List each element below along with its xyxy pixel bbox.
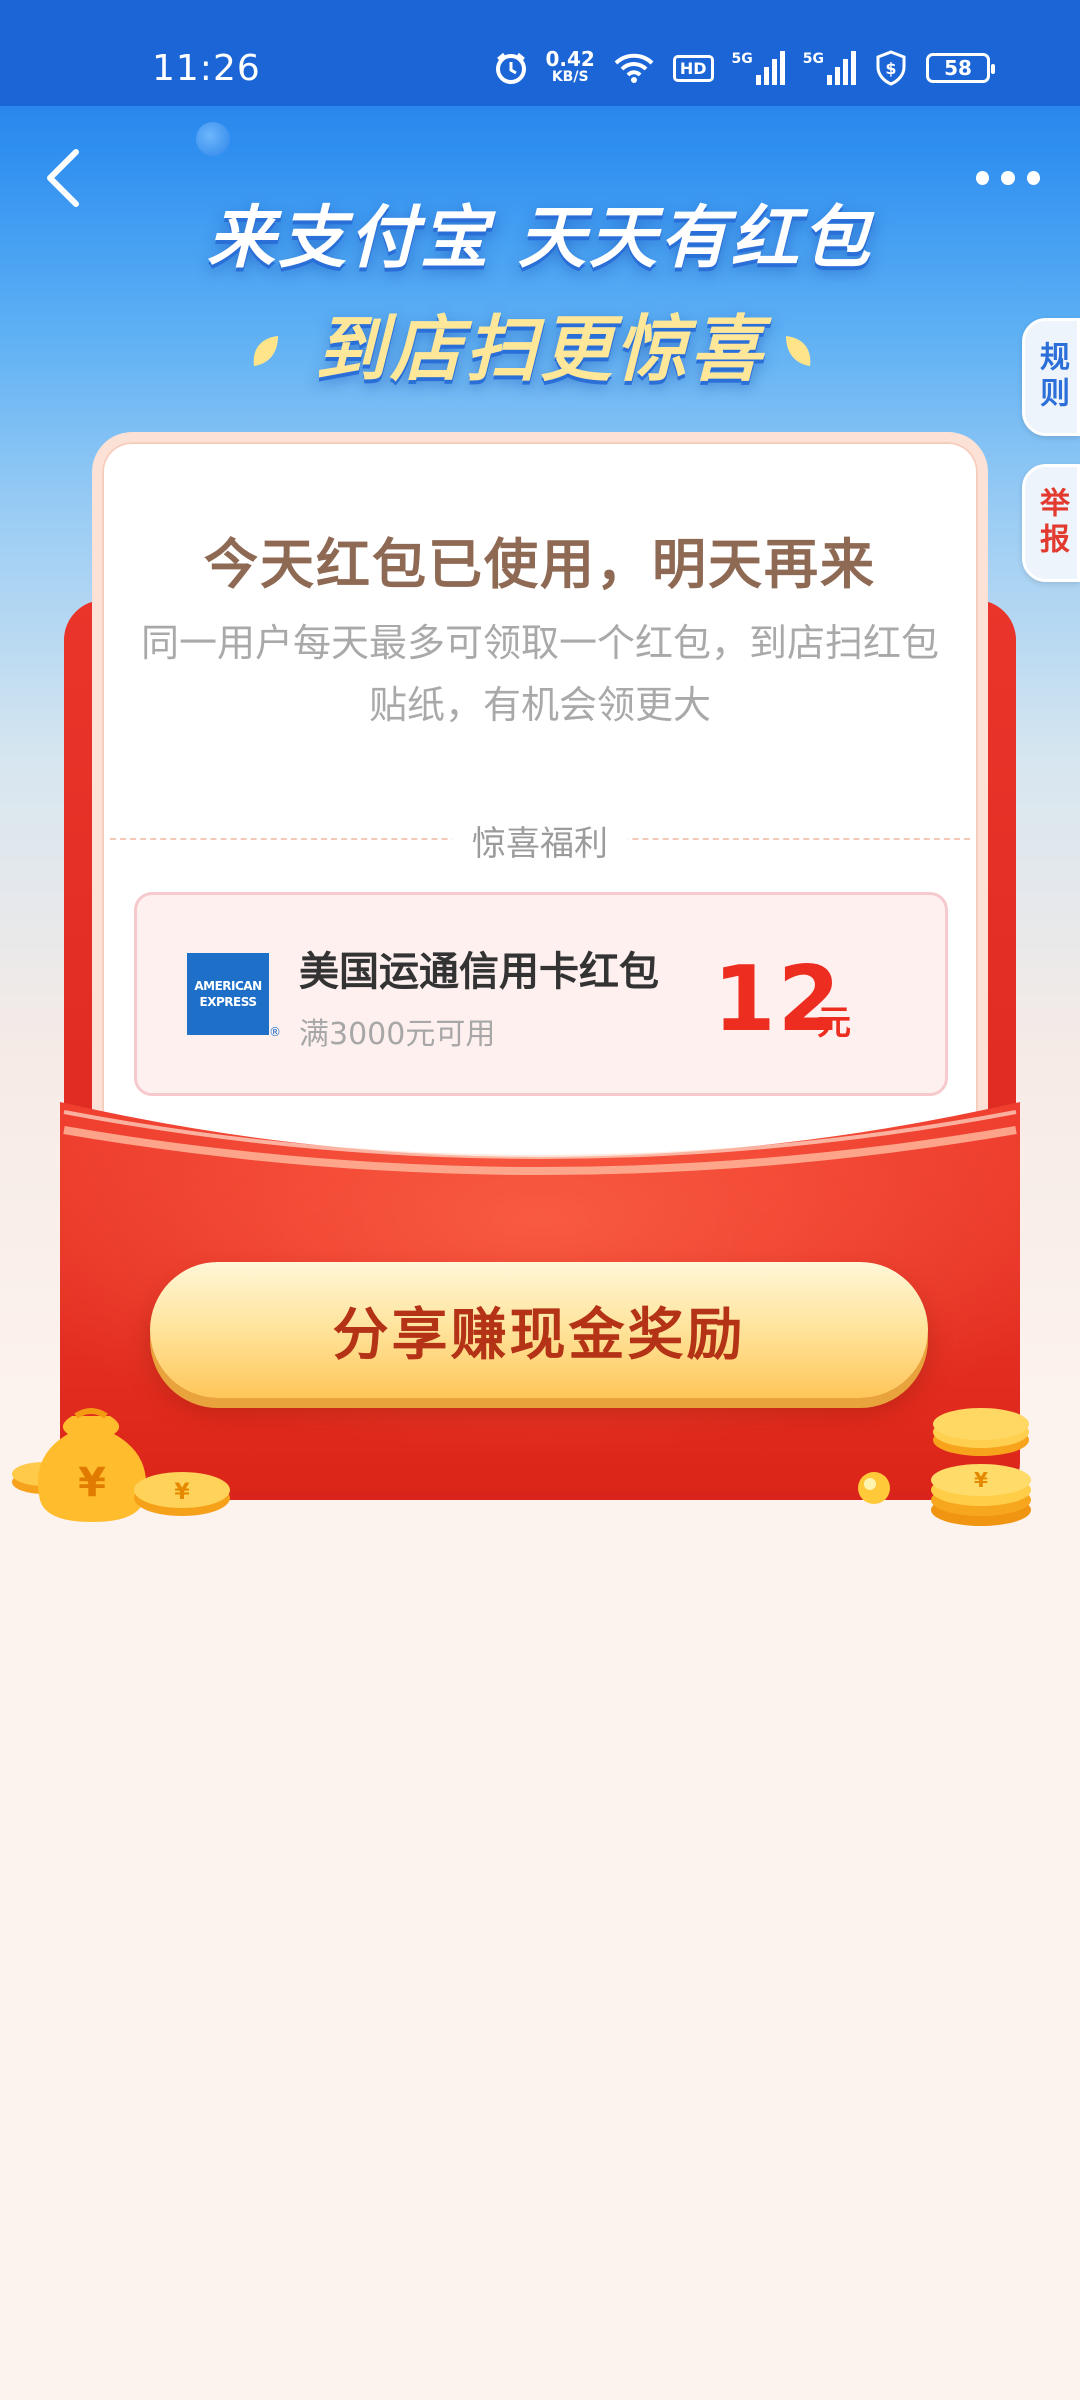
network-speed: 0.42 KB/S <box>545 47 595 86</box>
registered-mark: ® <box>269 1025 281 1039</box>
coupon-condition: 满3000元可用 <box>299 1017 496 1052</box>
amex-logo-line1: AMERICAN <box>194 979 262 993</box>
svg-text:¥: ¥ <box>974 1468 988 1492</box>
wifi-icon <box>613 52 655 84</box>
rules-tab-label: 规则 <box>1034 341 1069 413</box>
svg-text:¥: ¥ <box>78 1460 106 1506</box>
coin-stack-icon: ¥ <box>858 1408 1031 1526</box>
decorative-bubble <box>196 122 230 156</box>
network-speed-value: 0.42 <box>545 47 595 71</box>
sim1-network-label: 5G <box>731 51 753 67</box>
card-description: 同一用户每天最多可领取一个红包，到店扫红包贴纸，有机会领更大 <box>140 621 939 727</box>
leaf-icon <box>786 336 811 366</box>
rules-tab[interactable]: 规则 <box>1022 318 1080 436</box>
amex-logo-line2: EXPRESS <box>199 995 257 1009</box>
money-bag-icon: ¥ ¥ <box>12 1408 230 1522</box>
section-label-wrap: 惊喜福利 <box>0 816 1080 865</box>
coupon-card[interactable]: AMERICAN EXPRESS ® 美国运通信用卡红包 满3000元可用 12… <box>134 892 948 1096</box>
status-icons: 0.42 KB/S HD 5G 5G $ 58 <box>494 47 995 86</box>
signal-icon-sim1: 5G <box>732 51 785 85</box>
svg-text:$: $ <box>885 59 896 78</box>
coupon-name: 美国运通信用卡红包 <box>299 949 659 995</box>
hero-title: 来支付宝 天天有红包 <box>207 199 873 278</box>
battery-indicator: 58 <box>926 53 995 83</box>
security-shield-icon: $ <box>874 50 908 86</box>
coupon-unit: 元 <box>817 1003 851 1043</box>
signal-icon-sim2: 5G <box>803 51 856 85</box>
svg-text:¥: ¥ <box>174 1480 190 1505</box>
status-time: 11:26 <box>152 48 261 89</box>
share-button-label: 分享赚现金奖励 <box>332 1302 746 1368</box>
card-title: 今天红包已使用，明天再来 <box>204 533 876 596</box>
amex-logo: AMERICAN EXPRESS <box>187 953 269 1035</box>
hd-voice-icon: HD <box>672 54 714 82</box>
alarm-icon <box>494 51 528 85</box>
status-bar: 11:26 0.42 KB/S HD 5G 5G $ 58 <box>0 0 1080 106</box>
hero-subtitle: 到店扫更惊喜 <box>314 307 765 391</box>
share-button[interactable]: 分享赚现金奖励 <box>150 1262 928 1398</box>
section-label: 惊喜福利 <box>452 816 628 865</box>
sim2-network-label: 5G <box>802 51 824 67</box>
network-speed-unit: KB/S <box>551 69 589 85</box>
